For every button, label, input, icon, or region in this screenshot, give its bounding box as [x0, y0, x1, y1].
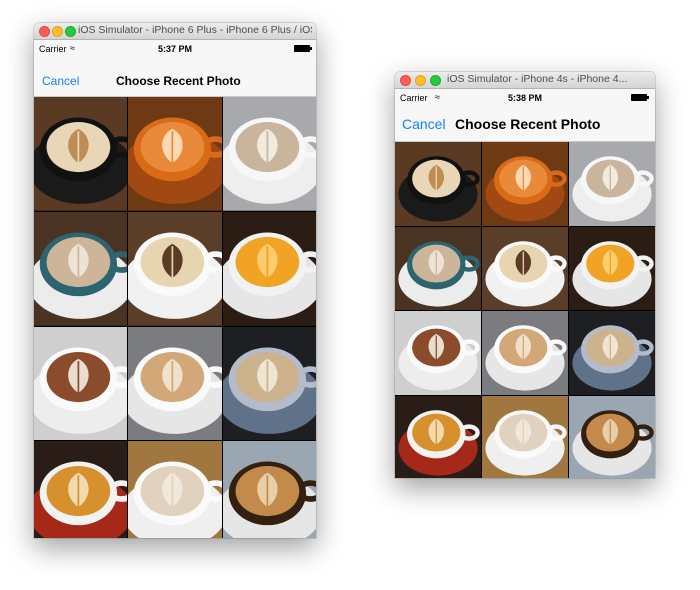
- zoom-window-button[interactable]: [430, 75, 441, 86]
- ios-status-bar: Carrier ≈ 5:38 PM: [395, 89, 655, 107]
- cancel-button[interactable]: Cancel: [42, 74, 79, 88]
- photo-thumbnail[interactable]: [222, 211, 316, 326]
- photo-thumbnail[interactable]: [482, 395, 568, 478]
- photo-thumbnail[interactable]: [395, 142, 481, 226]
- photo-thumbnail[interactable]: [128, 326, 222, 441]
- ios-status-bar: Carrier ≈ 5:37 PM: [34, 40, 316, 58]
- photo-thumbnail[interactable]: [569, 142, 655, 226]
- coffee-photo: [222, 326, 316, 441]
- photo-grid: [34, 97, 316, 538]
- photo-thumbnail[interactable]: [222, 97, 316, 211]
- photo-thumbnail[interactable]: [34, 326, 128, 441]
- photo-thumbnail[interactable]: [222, 326, 316, 441]
- coffee-photo: [482, 395, 568, 478]
- status-time: 5:38 PM: [507, 93, 542, 103]
- coffee-photo: [128, 211, 222, 326]
- status-time: 5:37 PM: [157, 44, 192, 54]
- coffee-photo: [128, 441, 222, 538]
- coffee-photo: [482, 142, 568, 226]
- battery-icon: [294, 45, 312, 52]
- photo-thumbnail[interactable]: [34, 211, 128, 326]
- simulator-window-iphone6plus: iOS Simulator - iPhone 6 Plus - iPhone 6…: [34, 23, 316, 538]
- photo-thumbnail[interactable]: [569, 311, 655, 395]
- cancel-button[interactable]: Cancel: [402, 116, 446, 132]
- coffee-photo: [395, 226, 481, 310]
- photo-thumbnail[interactable]: [128, 97, 222, 211]
- coffee-photo: [222, 441, 316, 538]
- photo-thumbnail[interactable]: [395, 226, 481, 310]
- coffee-photo: [34, 441, 128, 538]
- coffee-photo: [569, 311, 655, 395]
- simulator-window-iphone4s: iOS Simulator - iPhone 4s - iPhone 4... …: [395, 72, 655, 478]
- close-window-button[interactable]: [39, 26, 50, 37]
- photo-thumbnail[interactable]: [482, 311, 568, 395]
- photo-thumbnail[interactable]: [482, 142, 568, 226]
- coffee-photo: [395, 395, 481, 478]
- photo-thumbnail[interactable]: [128, 211, 222, 326]
- coffee-photo: [482, 226, 568, 310]
- window-title: iOS Simulator - iPhone 4s - iPhone 4...: [447, 73, 628, 85]
- coffee-photo: [34, 211, 128, 326]
- photo-thumbnail[interactable]: [128, 441, 222, 538]
- window-titlebar[interactable]: iOS Simulator - iPhone 4s - iPhone 4...: [395, 72, 655, 89]
- coffee-photo: [34, 97, 128, 211]
- coffee-photo: [128, 326, 222, 441]
- photo-thumbnail[interactable]: [482, 226, 568, 310]
- photo-grid: [395, 142, 655, 478]
- photo-thumbnail[interactable]: [569, 226, 655, 310]
- nav-title: Choose Recent Photo: [455, 116, 601, 132]
- coffee-photo: [569, 142, 655, 226]
- minimize-window-button[interactable]: [415, 75, 426, 86]
- battery-icon: [631, 94, 649, 101]
- coffee-photo: [222, 211, 316, 326]
- coffee-photo: [128, 97, 222, 211]
- coffee-photo: [482, 311, 568, 395]
- photo-thumbnail[interactable]: [34, 97, 128, 211]
- photo-thumbnail[interactable]: [395, 395, 481, 478]
- zoom-window-button[interactable]: [65, 26, 76, 37]
- coffee-photo: [395, 311, 481, 395]
- nav-title: Choose Recent Photo: [116, 74, 241, 88]
- navigation-bar: Cancel Choose Recent Photo: [34, 58, 316, 97]
- close-window-button[interactable]: [400, 75, 411, 86]
- coffee-photo: [569, 226, 655, 310]
- coffee-photo: [222, 97, 316, 211]
- window-title: iOS Simulator - iPhone 6 Plus - iPhone 6…: [78, 24, 312, 36]
- photo-thumbnail[interactable]: [34, 441, 128, 538]
- window-titlebar[interactable]: iOS Simulator - iPhone 6 Plus - iPhone 6…: [34, 23, 316, 40]
- photo-thumbnail[interactable]: [569, 395, 655, 478]
- photo-thumbnail[interactable]: [395, 311, 481, 395]
- minimize-window-button[interactable]: [52, 26, 63, 37]
- navigation-bar: Cancel Choose Recent Photo: [395, 107, 655, 142]
- coffee-photo: [34, 326, 128, 441]
- photo-thumbnail[interactable]: [222, 441, 316, 538]
- coffee-photo: [395, 142, 481, 226]
- coffee-photo: [569, 395, 655, 478]
